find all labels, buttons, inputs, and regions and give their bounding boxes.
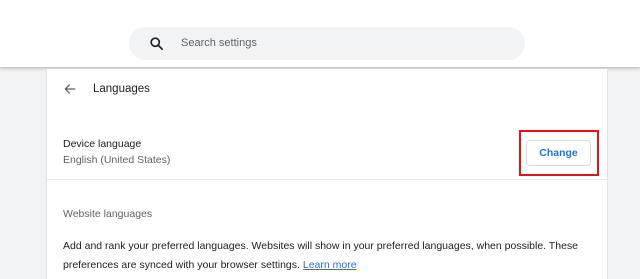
page-title: Languages <box>93 83 150 95</box>
top-toolbar: Search settings <box>0 0 640 68</box>
arrow-back-icon[interactable] <box>63 82 77 96</box>
search-icon <box>150 37 163 50</box>
device-language-value: English (United States) <box>63 154 171 166</box>
languages-card: Languages Device language English (Unite… <box>46 69 608 279</box>
search-input[interactable]: Search settings <box>129 27 525 60</box>
search-placeholder: Search settings <box>181 37 257 49</box>
website-languages-title: Website languages <box>63 208 153 220</box>
device-language-label: Device language <box>63 138 142 150</box>
divider <box>47 179 607 180</box>
learn-more-link[interactable]: Learn more <box>303 259 357 271</box>
website-languages-description: Add and rank your preferred languages. W… <box>63 237 598 275</box>
change-button[interactable]: Change <box>526 140 591 166</box>
